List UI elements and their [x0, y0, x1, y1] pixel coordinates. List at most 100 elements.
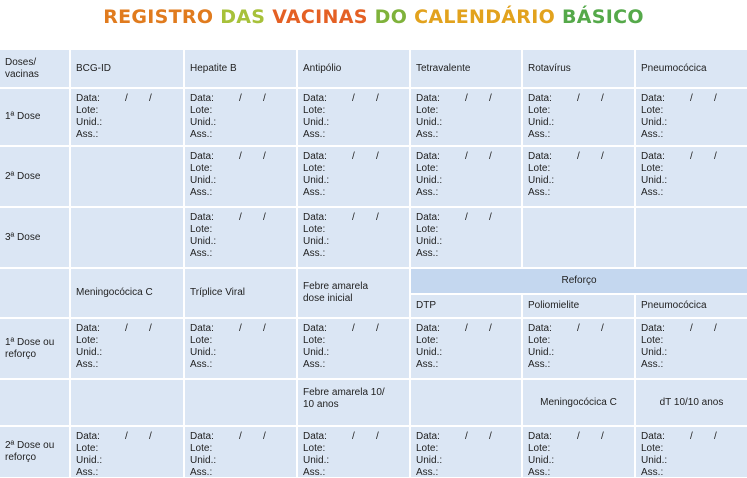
field-data[interactable]: Data: / / [528, 323, 604, 335]
field-lote[interactable]: Lote: [416, 105, 442, 117]
field-lote[interactable]: Lote: [528, 105, 554, 117]
field-data[interactable]: Data: / / [641, 93, 717, 105]
field-unid[interactable]: Unid.: [641, 455, 667, 467]
field-unid[interactable]: Unid.: [190, 236, 216, 248]
field-data[interactable]: Data: / / [76, 323, 152, 335]
field-data[interactable]: Data: / / [303, 151, 379, 163]
field-ass[interactable]: Ass.: [190, 248, 216, 260]
field-lote[interactable]: Lote: [528, 163, 554, 175]
field-ass[interactable]: Ass.: [416, 359, 442, 371]
field-unid[interactable]: Unid.: [528, 117, 554, 129]
field-lote[interactable]: Lote: [76, 105, 102, 117]
field-data[interactable]: Data: / / [190, 431, 266, 443]
field-ass[interactable]: Ass.: [416, 187, 442, 199]
field-unid[interactable]: Unid.: [641, 347, 667, 359]
field-ass[interactable]: Ass.: [190, 467, 216, 477]
field-lote[interactable]: Lote: [303, 335, 329, 347]
field-data[interactable]: Data: / / [416, 212, 492, 224]
field-ass[interactable]: Ass.: [528, 359, 554, 371]
field-data[interactable]: Data: / / [303, 93, 379, 105]
field-unid[interactable]: Unid.: [76, 455, 102, 467]
field-lote[interactable]: Lote: [303, 163, 329, 175]
field-ass[interactable]: Ass.: [641, 467, 667, 477]
field-data[interactable]: Data: / / [528, 93, 604, 105]
field-data[interactable]: Data: / / [76, 93, 152, 105]
field-lote[interactable]: Lote: [641, 163, 667, 175]
field-ass[interactable]: Ass.: [528, 467, 554, 477]
field-data[interactable]: Data: / / [528, 151, 604, 163]
field-unid[interactable]: Unid.: [416, 236, 442, 248]
field-lote[interactable]: Lote: [641, 443, 667, 455]
field-lote[interactable]: Lote: [416, 335, 442, 347]
field-unid[interactable]: Unid.: [303, 117, 329, 129]
field-unid[interactable]: Unid.: [641, 117, 667, 129]
field-lote[interactable]: Lote: [416, 163, 442, 175]
field-unid[interactable]: Unid.: [190, 455, 216, 467]
field-unid[interactable]: Unid.: [528, 175, 554, 187]
field-ass[interactable]: Ass.: [303, 359, 329, 371]
field-data[interactable]: Data: / / [641, 151, 717, 163]
field-lote[interactable]: Lote: [303, 224, 329, 236]
field-unid[interactable]: Unid.: [190, 175, 216, 187]
field-ass[interactable]: Ass.: [303, 129, 329, 141]
field-data[interactable]: Data: / / [303, 212, 379, 224]
field-data[interactable]: Data: / / [190, 93, 266, 105]
field-ass[interactable]: Ass.: [190, 187, 216, 199]
field-lote[interactable]: Lote: [416, 224, 442, 236]
field-lote[interactable]: Lote: [528, 335, 554, 347]
field-ass[interactable]: Ass.: [303, 187, 329, 199]
field-ass[interactable]: Ass.: [416, 467, 442, 477]
field-lote[interactable]: Lote: [76, 443, 102, 455]
field-ass[interactable]: Ass.: [303, 248, 329, 260]
field-ass[interactable]: Ass.: [641, 187, 667, 199]
field-ass[interactable]: Ass.: [190, 359, 216, 371]
field-lote[interactable]: Lote: [641, 335, 667, 347]
field-unid[interactable]: Unid.: [303, 347, 329, 359]
field-data[interactable]: Data: / / [416, 323, 492, 335]
field-unid[interactable]: Unid.: [641, 175, 667, 187]
field-ass[interactable]: Ass.: [76, 129, 102, 141]
field-ass[interactable]: Ass.: [641, 129, 667, 141]
field-ass[interactable]: Ass.: [641, 359, 667, 371]
field-lote[interactable]: Lote: [190, 224, 216, 236]
field-data[interactable]: Data: / / [303, 323, 379, 335]
field-ass[interactable]: Ass.: [416, 248, 442, 260]
field-unid[interactable]: Unid.: [528, 455, 554, 467]
field-lote[interactable]: Lote: [76, 335, 102, 347]
field-unid[interactable]: Unid.: [528, 347, 554, 359]
field-lote[interactable]: Lote: [528, 443, 554, 455]
field-ass[interactable]: Ass.: [528, 187, 554, 199]
field-unid[interactable]: Unid.: [303, 455, 329, 467]
field-unid[interactable]: Unid.: [76, 347, 102, 359]
field-ass[interactable]: Ass.: [416, 129, 442, 141]
field-unid[interactable]: Unid.: [416, 175, 442, 187]
field-lote[interactable]: Lote: [303, 443, 329, 455]
field-unid[interactable]: Unid.: [416, 347, 442, 359]
field-data[interactable]: Data: / / [641, 323, 717, 335]
field-unid[interactable]: Unid.: [303, 236, 329, 248]
field-data[interactable]: Data: / / [190, 151, 266, 163]
field-data[interactable]: Data: / / [76, 431, 152, 443]
field-unid[interactable]: Unid.: [303, 175, 329, 187]
field-data[interactable]: Data: / / [190, 323, 266, 335]
field-ass[interactable]: Ass.: [76, 359, 102, 371]
field-lote[interactable]: Lote: [416, 443, 442, 455]
field-data[interactable]: Data: / / [416, 151, 492, 163]
field-unid[interactable]: Unid.: [416, 455, 442, 467]
field-data[interactable]: Data: / / [641, 431, 717, 443]
field-lote[interactable]: Lote: [190, 105, 216, 117]
field-ass[interactable]: Ass.: [190, 129, 216, 141]
field-ass[interactable]: Ass.: [528, 129, 554, 141]
field-lote[interactable]: Lote: [190, 163, 216, 175]
field-unid[interactable]: Unid.: [190, 347, 216, 359]
field-lote[interactable]: Lote: [190, 443, 216, 455]
field-unid[interactable]: Unid.: [76, 117, 102, 129]
field-data[interactable]: Data: / / [528, 431, 604, 443]
field-data[interactable]: Data: / / [416, 93, 492, 105]
field-data[interactable]: Data: / / [190, 212, 266, 224]
field-ass[interactable]: Ass.: [76, 467, 102, 477]
field-data[interactable]: Data: / / [416, 431, 492, 443]
field-lote[interactable]: Lote: [190, 335, 216, 347]
field-unid[interactable]: Unid.: [190, 117, 216, 129]
field-lote[interactable]: Lote: [303, 105, 329, 117]
